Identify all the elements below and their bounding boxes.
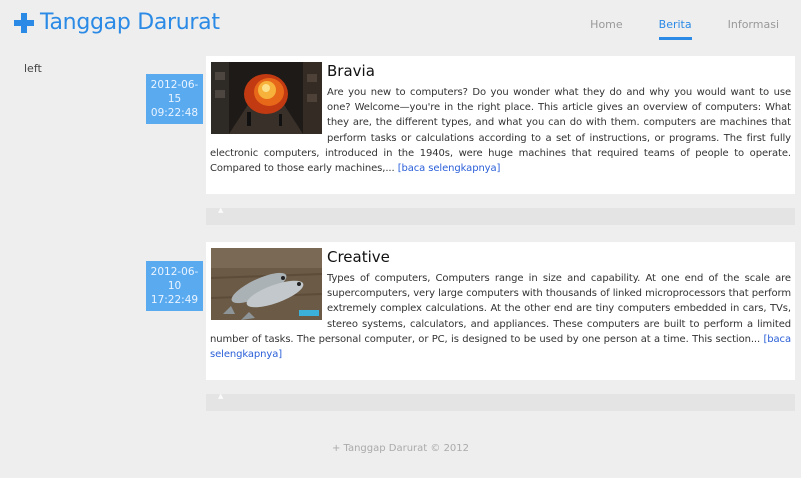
nav-informasi[interactable]: Informasi	[728, 18, 779, 40]
post-date-time: 17:22:49	[150, 294, 199, 306]
brand-logo-link[interactable]: Tanggap Darurat	[14, 10, 220, 35]
post-thumbnail-fire-street[interactable]	[211, 62, 322, 134]
post-card: Bravia Are you new to computers? Do you …	[206, 56, 795, 194]
main-nav: Home Berita Informasi	[554, 18, 779, 40]
nav-home[interactable]: Home	[590, 18, 622, 40]
sidebar-left-label: left	[24, 62, 42, 75]
caret-up-icon: ▲	[218, 206, 224, 214]
post-date-time: 09:22:48	[150, 107, 199, 119]
nav-berita[interactable]: Berita	[658, 18, 692, 40]
post-footer-bar: ▲	[206, 392, 795, 411]
post-card: Creative Types of computers, Computers r…	[206, 242, 795, 380]
read-more-link[interactable]: [baca selengkapnya]	[398, 163, 501, 174]
post-date-badge: 2012-06- 10 17:22:49	[146, 261, 203, 311]
post-date-day: 2012-06-	[150, 266, 199, 278]
plus-icon	[14, 12, 34, 33]
page-footer: + Tanggap Darurat © 2012	[331, 443, 470, 454]
post-footer-bar: ▲	[206, 206, 795, 225]
post-date-day: 2012-06-	[150, 79, 199, 91]
caret-up-icon: ▲	[218, 392, 224, 400]
post-date-num: 10	[167, 280, 182, 292]
brand-title: Tanggap Darurat	[40, 10, 220, 35]
post-date-badge: 2012-06- 15 09:22:48	[146, 74, 203, 124]
post-date-num: 15	[167, 93, 182, 105]
post-thumbnail-fish[interactable]	[211, 248, 322, 320]
